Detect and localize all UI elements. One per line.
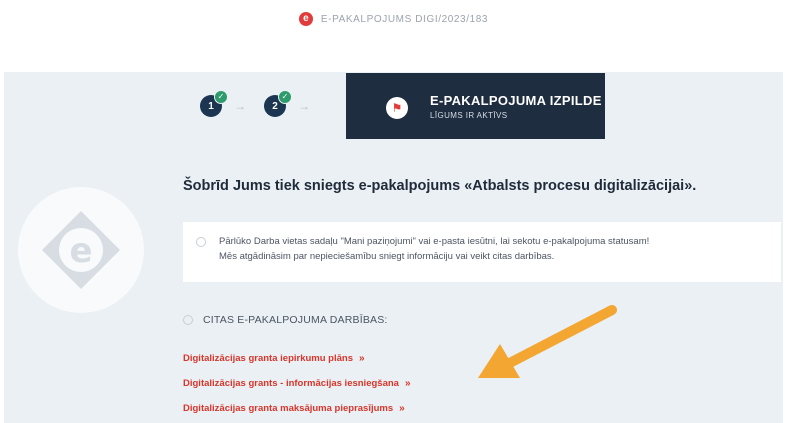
e-logo-icon — [298, 12, 313, 26]
current-step: ⚑ E-PAKALPOJUMA IZPILDE LĪGUMS IR AKTĪVS — [346, 73, 605, 139]
link-payment-request[interactable]: Digitalizācijas granta maksājuma piepras… — [183, 396, 411, 421]
service-headline: Šobrīd Jums tiek sniegts e-pakalpojums «… — [183, 178, 697, 194]
info-box: Pārlūko Darba vietas sadaļu "Mani paziņo… — [183, 222, 781, 282]
step-number: 2 — [272, 100, 278, 112]
service-header: E-PAKALPOJUMS DIGI/2023/183 — [0, 8, 787, 30]
step-1: 1 ✓ — [200, 90, 228, 117]
service-id: E-PAKALPOJUMS DIGI/2023/183 — [320, 13, 489, 25]
double-chevron-icon: » — [399, 403, 405, 414]
step-2: 2 ✓ — [264, 90, 292, 117]
link-label: Digitalizācijas grants - informācijas ie… — [183, 378, 399, 389]
info-line: Pārlūko Darba vietas sadaļu "Mani paziņo… — [219, 236, 650, 247]
link-label: Digitalizācijas granta maksājuma piepras… — [183, 403, 394, 414]
link-procurement-plan[interactable]: Digitalizācijas granta iepirkumu plāns » — [183, 346, 411, 371]
e-service-logo-icon: e — [18, 187, 144, 313]
pointer-arrow-icon — [478, 305, 617, 378]
step-number: 1 — [208, 100, 214, 112]
double-chevron-icon: » — [404, 378, 411, 389]
check-icon: ✓ — [214, 90, 228, 104]
current-step-title: E-PAKALPOJUMA IZPILDE — [430, 93, 602, 108]
bullet-icon — [183, 315, 193, 325]
check-icon: ✓ — [278, 90, 292, 104]
link-information-submission[interactable]: Digitalizācijas grants - informācijas ie… — [183, 371, 411, 396]
current-step-status: LĪGUMS IR AKTĪVS — [430, 111, 508, 120]
other-actions-label: CITAS E-PAKALPOJUMA DARBĪBAS: — [203, 314, 388, 326]
info-bullet-icon — [196, 237, 206, 247]
double-chevron-icon: » — [359, 353, 365, 364]
link-label: Digitalizācijas granta iepirkumu plāns — [183, 353, 353, 364]
arrow-right-icon: → — [298, 99, 310, 113]
progress-stepper: 1 ✓ → 2 ✓ → — [200, 88, 328, 124]
info-line: Mēs atgādināsim par nepieciešamību snieg… — [219, 251, 555, 262]
flag-icon: ⚑ — [386, 97, 408, 119]
action-links: Digitalizācijas granta iepirkumu plāns »… — [183, 346, 411, 421]
arrow-right-icon: → — [234, 99, 246, 113]
other-actions-heading: CITAS E-PAKALPOJUMA DARBĪBAS: — [183, 314, 388, 326]
logo-letter: e — [69, 231, 92, 271]
